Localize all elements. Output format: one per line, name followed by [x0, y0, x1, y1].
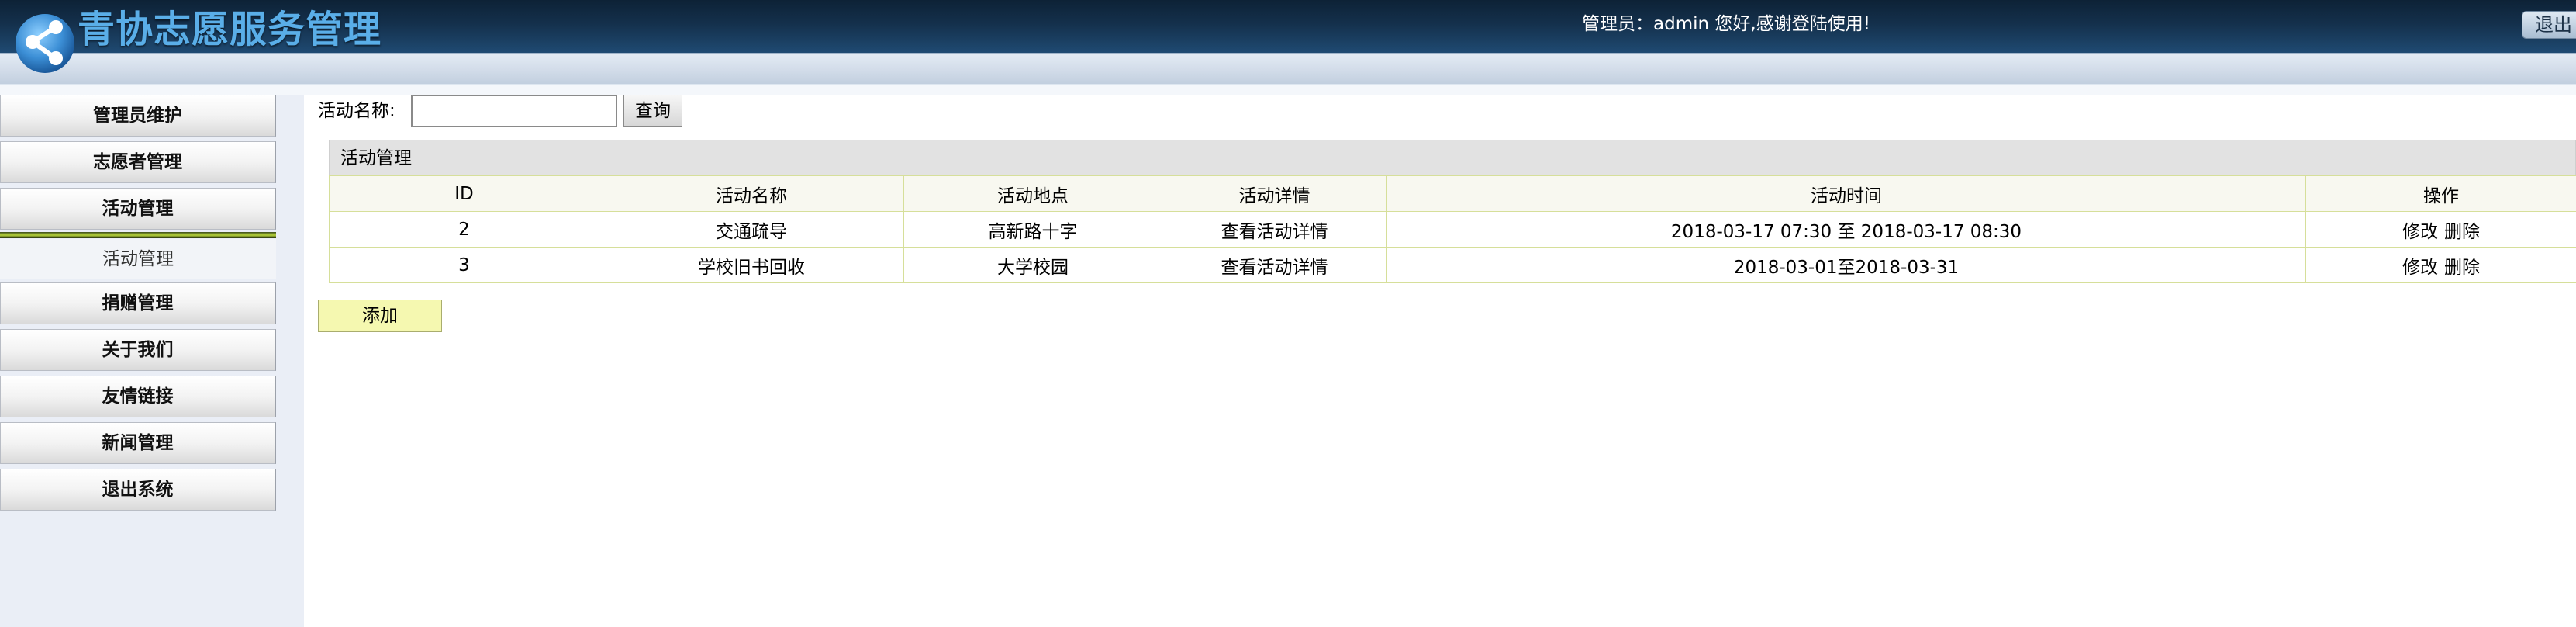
admin-greeting: 管理员：admin 您好,感谢登陆使用! — [1582, 14, 1870, 34]
sidebar: 管理员维护 志愿者管理 活动管理 活动管理 捐赠管理 关于我们 友情链接 新闻管… — [0, 95, 304, 627]
cell-name: 学校旧书回收 — [599, 247, 904, 283]
sidebar-item-activities[interactable]: 活动管理 — [0, 188, 276, 230]
add-button[interactable]: 添加 — [318, 300, 442, 332]
search-button[interactable]: 查询 — [623, 95, 682, 127]
cell-actions: 修改 删除 — [2305, 211, 2576, 248]
active-menu-indicator — [0, 232, 276, 238]
delete-link[interactable]: 删除 — [2444, 258, 2480, 278]
logout-button[interactable]: 退出 — [2522, 11, 2576, 39]
cell-details: 查看活动详情 — [1162, 211, 1387, 248]
sidebar-item-admin[interactable]: 管理员维护 — [0, 95, 276, 137]
logo-icon — [16, 14, 74, 73]
delete-link[interactable]: 删除 — [2444, 222, 2480, 242]
search-label: 活动名称: — [318, 101, 395, 121]
view-details-link[interactable]: 查看活动详情 — [1221, 258, 1328, 278]
sidebar-item-news[interactable]: 新闻管理 — [0, 422, 276, 464]
cell-actions: 修改 删除 — [2305, 247, 2576, 283]
cell-time: 2018-03-01至2018-03-31 — [1386, 247, 2306, 283]
column-header-details: 活动详情 — [1162, 175, 1387, 212]
submenu-item-activities[interactable]: 活动管理 — [0, 239, 276, 279]
search-input[interactable] — [411, 95, 617, 127]
header-band — [0, 53, 2576, 84]
column-header-location: 活动地点 — [903, 175, 1162, 212]
cell-id: 2 — [329, 211, 599, 248]
table-header-row: ID 活动名称 活动地点 活动详情 活动时间 操作 — [329, 175, 2576, 212]
edit-link[interactable]: 修改 — [2402, 222, 2438, 242]
cell-id: 3 — [329, 247, 599, 283]
activity-table: ID 活动名称 活动地点 活动详情 活动时间 操作 2 交通疏导 高新路十字 查… — [329, 175, 2576, 283]
column-header-name: 活动名称 — [599, 175, 904, 212]
table-row: 2 交通疏导 高新路十字 查看活动详情 2018-03-17 07:30 至 2… — [329, 211, 2576, 248]
column-header-time: 活动时间 — [1386, 175, 2306, 212]
activity-panel: 活动管理 ID 活动名称 活动地点 活动详情 活动时间 操作 2 交通疏导 高新… — [329, 140, 2576, 283]
cell-location: 高新路十字 — [903, 211, 1162, 248]
sidebar-item-about[interactable]: 关于我们 — [0, 329, 276, 371]
edit-link[interactable]: 修改 — [2402, 258, 2438, 278]
table-row: 3 学校旧书回收 大学校园 查看活动详情 2018-03-01至2018-03-… — [329, 247, 2576, 283]
sidebar-item-links[interactable]: 友情链接 — [0, 376, 276, 417]
column-header-id: ID — [329, 175, 599, 212]
cell-details: 查看活动详情 — [1162, 247, 1387, 283]
app-title: 青协志愿服务管理 — [78, 8, 382, 51]
sidebar-item-logout[interactable]: 退出系统 — [0, 469, 276, 511]
cell-location: 大学校园 — [903, 247, 1162, 283]
panel-title: 活动管理 — [329, 140, 2576, 175]
sidebar-item-volunteers[interactable]: 志愿者管理 — [0, 141, 276, 183]
top-header — [0, 0, 2576, 53]
cell-name: 交通疏导 — [599, 211, 904, 248]
column-header-actions: 操作 — [2305, 175, 2576, 212]
view-details-link[interactable]: 查看活动详情 — [1221, 222, 1328, 242]
cell-time: 2018-03-17 07:30 至 2018-03-17 08:30 — [1386, 211, 2306, 248]
sidebar-item-donations[interactable]: 捐赠管理 — [0, 282, 276, 324]
header-strip — [0, 84, 2576, 95]
